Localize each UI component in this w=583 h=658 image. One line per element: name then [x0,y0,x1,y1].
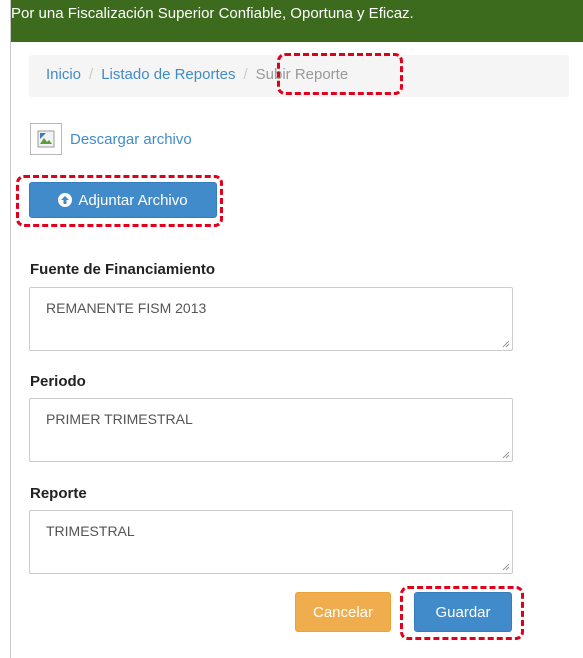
funding-field[interactable]: REMANENTE FISM 2013 [29,287,513,351]
report-value: TRIMESTRAL [46,523,135,539]
period-field[interactable]: PRIMER TRIMESTRAL [29,398,513,462]
header-tagline: Por una Fiscalización Superior Confiable… [11,5,414,22]
download-row[interactable]: Descargar archivo [30,121,192,157]
funding-label: Fuente de Financiamiento [30,261,216,278]
arrow-up-circle-icon [58,193,73,207]
breadcrumb-separator: / [243,66,248,83]
breadcrumb-current: Subir Reporte [255,66,349,83]
broken-image-icon [30,123,62,155]
funding-value: REMANENTE FISM 2013 [46,300,207,316]
attach-file-button[interactable]: Adjuntar Archivo [29,182,217,218]
period-value: PRIMER TRIMESTRAL [46,411,193,427]
report-label: Reporte [30,485,87,502]
page-frame: Por una Fiscalización Superior Confiable… [10,0,583,658]
attach-file-label: Adjuntar Archivo [78,191,188,209]
save-button[interactable]: Guardar [414,592,512,632]
breadcrumb: Inicio / Listado de Reportes / Subir Reporte [29,55,569,97]
cancel-button[interactable]: Cancelar [295,592,391,632]
download-file-link[interactable]: Descargar archivo [70,131,192,148]
period-label: Periodo [30,373,86,390]
resize-grip-icon[interactable] [502,563,510,571]
breadcrumb-home-link[interactable]: Inicio [46,66,81,83]
breadcrumb-separator: / [89,66,94,83]
breadcrumb-list-link[interactable]: Listado de Reportes [101,66,235,83]
resize-grip-icon[interactable] [502,451,510,459]
resize-grip-icon[interactable] [502,340,510,348]
report-field[interactable]: TRIMESTRAL [29,510,513,574]
header-bar: Por una Fiscalización Superior Confiable… [11,0,583,42]
